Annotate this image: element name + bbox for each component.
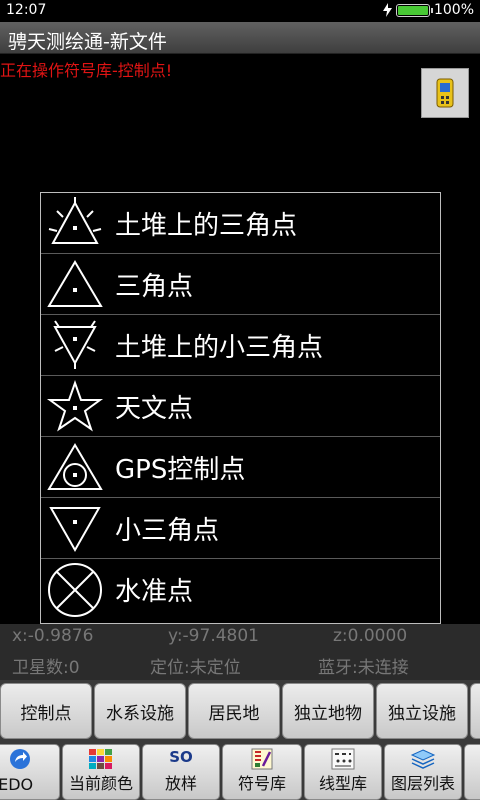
current-color-button[interactable]: 当前颜色 [62, 744, 140, 800]
gps-control-point-icon [47, 443, 103, 490]
level-point-icon [48, 562, 102, 617]
tool-label: 图层列表 [390, 774, 455, 793]
symbol-library-button[interactable]: 符号库 [222, 744, 302, 800]
tool-label: 当前颜色 [68, 774, 133, 793]
coord-x: x:-0.9876 [12, 626, 94, 646]
color-palette-icon [89, 749, 112, 769]
category-residential-button[interactable]: 居民地 [188, 683, 280, 739]
category-water-facility-button[interactable]: 水系设施 [94, 683, 186, 739]
layer-list-button[interactable]: 图层列表 [384, 744, 462, 800]
status-right: 100% [382, 2, 474, 18]
triangle-point-icon [47, 260, 103, 307]
symbol-item-2[interactable]: 土堆上的小三角点 [41, 315, 440, 376]
category-bar: 控制点 水系设施 居民地 独立地物 独立设施 [0, 680, 480, 742]
symbol-label: 水准点 [115, 577, 194, 607]
symbol-item-4[interactable]: GPS控制点 [41, 437, 440, 498]
satellite-count: 卫星数:0 [12, 658, 80, 678]
tool-label: REDO [0, 775, 34, 794]
star-point-icon [46, 380, 104, 432]
symbol-label: 土堆上的三角点 [115, 210, 298, 241]
battery-icon [395, 3, 433, 17]
symbol-label: 天文点 [115, 393, 194, 424]
status-time: 12:07 [6, 2, 47, 18]
device-thumbnail-button[interactable] [421, 68, 469, 118]
operation-message: 正在操作符号库-控制点! [0, 61, 173, 80]
symbol-label: 三角点 [115, 271, 194, 302]
category-independent-feature-button[interactable]: 独立地物 [282, 683, 374, 739]
symbol-label: 小三角点 [115, 515, 220, 546]
symbol-library-icon [251, 748, 273, 770]
small-triangle-on-mound-icon [53, 320, 97, 369]
stakeout-button[interactable]: SO 放样 [142, 744, 220, 800]
symbol-label: GPS控制点 [115, 454, 246, 485]
tool-label: 放样 [164, 774, 197, 793]
small-triangle-point-icon [49, 507, 101, 553]
symbol-list-dialog: 土堆上的三角点 三角点 土堆上的小三角点 天文点 GPS控制点 小三角点 水准点 [40, 192, 441, 624]
coord-z: z:0.0000 [333, 626, 408, 646]
line-type-library-button[interactable]: 线型库 [304, 744, 382, 800]
status-bar: 12:07 100% [0, 0, 480, 22]
symbol-item-0[interactable]: 土堆上的三角点 [41, 193, 440, 254]
symbol-item-3[interactable]: 天文点 [41, 376, 440, 437]
layer-list-icon [410, 749, 436, 769]
position-status: 定位:未定位 [150, 658, 241, 678]
symbol-item-6[interactable]: 水准点 [41, 559, 440, 620]
toolbar-more-button[interactable] [464, 744, 480, 800]
coordinate-panel: x:-0.9876 y:-97.4801 z:0.0000 卫星数:0 定位:未… [0, 624, 480, 680]
symbol-item-5[interactable]: 小三角点 [41, 498, 440, 559]
device-icon [436, 78, 454, 108]
symbol-label: 土堆上的小三角点 [115, 332, 324, 363]
app-title: 骋天测绘通-新文件 [8, 31, 167, 53]
charging-icon [382, 3, 392, 17]
redo-button[interactable]: REDO [0, 744, 60, 800]
triangle-on-mound-icon [48, 197, 102, 244]
bottom-toolbar: REDO 当前颜色 SO 放样 符号库 线型库 [0, 742, 480, 800]
category-control-point-button[interactable]: 控制点 [0, 683, 92, 739]
tool-label: 符号库 [237, 774, 286, 793]
symbol-item-1[interactable]: 三角点 [41, 254, 440, 315]
tool-label: 线型库 [318, 774, 367, 793]
title-bar: 骋天测绘通-新文件 [0, 22, 480, 54]
category-more-button[interactable] [470, 683, 480, 739]
redo-icon [10, 749, 30, 769]
bluetooth-status: 蓝牙:未连接 [318, 658, 409, 678]
battery-percent: 100% [433, 2, 474, 18]
category-independent-facility-button[interactable]: 独立设施 [376, 683, 468, 739]
coord-y: y:-97.4801 [168, 626, 259, 646]
line-type-library-icon [331, 748, 355, 770]
stakeout-icon: SO [169, 748, 193, 766]
